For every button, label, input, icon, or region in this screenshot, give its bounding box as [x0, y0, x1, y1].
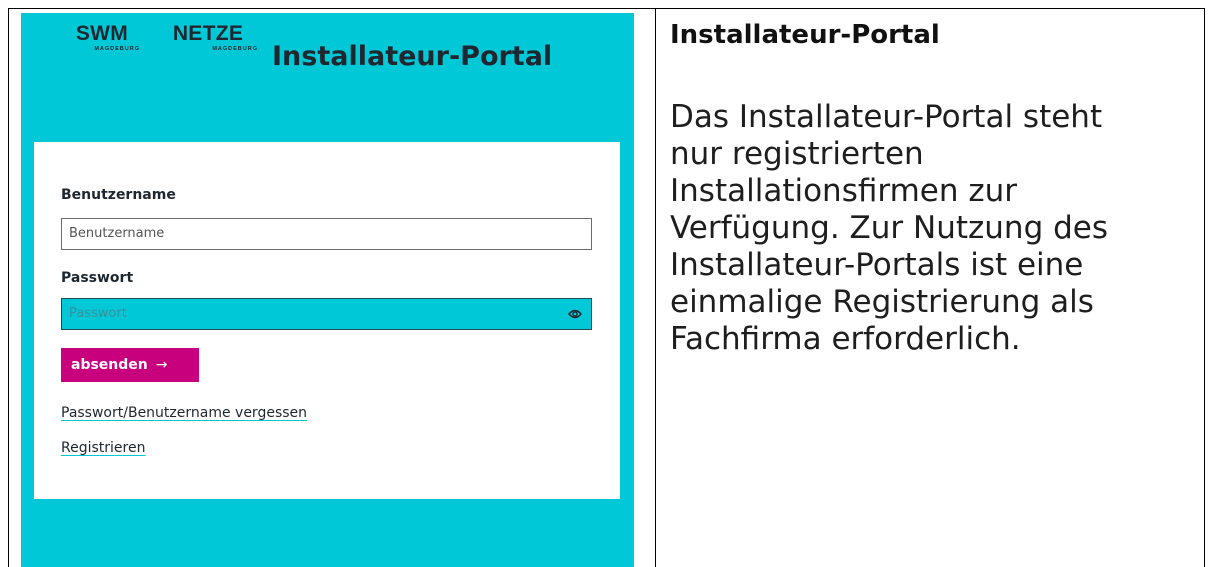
password-placeholder: Passwort — [69, 306, 127, 321]
info-heading: Installateur-Portal — [670, 20, 940, 50]
page-frame: SWM MAGDEBURG NETZE MAGDEBURG Installate… — [0, 0, 1212, 567]
username-input[interactable]: Benutzername — [61, 218, 592, 250]
info-text: Das Installateur-Portal steht nur regist… — [670, 99, 1109, 357]
register-link[interactable]: Registrieren — [61, 440, 145, 456]
password-label: Passwort — [61, 270, 134, 286]
swm-logo[interactable]: SWM MAGDEBURG — [62, 22, 142, 53]
forgot-credentials-link[interactable]: Passwort/Benutzername vergessen — [61, 405, 307, 421]
netze-logo[interactable]: NETZE MAGDEBURG — [156, 22, 260, 53]
table-border-middle — [655, 8, 656, 567]
table-border-left — [8, 8, 9, 567]
username-placeholder: Benutzername — [69, 226, 165, 241]
portal-title: Installateur-Portal — [272, 41, 553, 72]
netze-logo-text: NETZE — [172, 22, 244, 45]
submit-button[interactable]: absenden → — [61, 348, 199, 382]
table-border-top — [8, 8, 1204, 9]
login-card: Benutzername Benutzername Passwort Passw… — [34, 142, 620, 499]
swm-logo-text: SWM — [75, 22, 129, 45]
arrow-right-icon: → — [155, 357, 168, 373]
table-border-right — [1204, 8, 1205, 567]
netze-logo-subtext: MAGDEBURG — [212, 46, 258, 52]
swm-logo-subtext: MAGDEBURG — [94, 46, 140, 52]
login-panel: SWM MAGDEBURG NETZE MAGDEBURG Installate… — [21, 13, 634, 567]
username-label: Benutzername — [61, 187, 176, 203]
submit-label: absenden — [71, 357, 148, 373]
eye-icon[interactable] — [568, 308, 582, 320]
password-input[interactable]: Passwort — [61, 298, 592, 330]
